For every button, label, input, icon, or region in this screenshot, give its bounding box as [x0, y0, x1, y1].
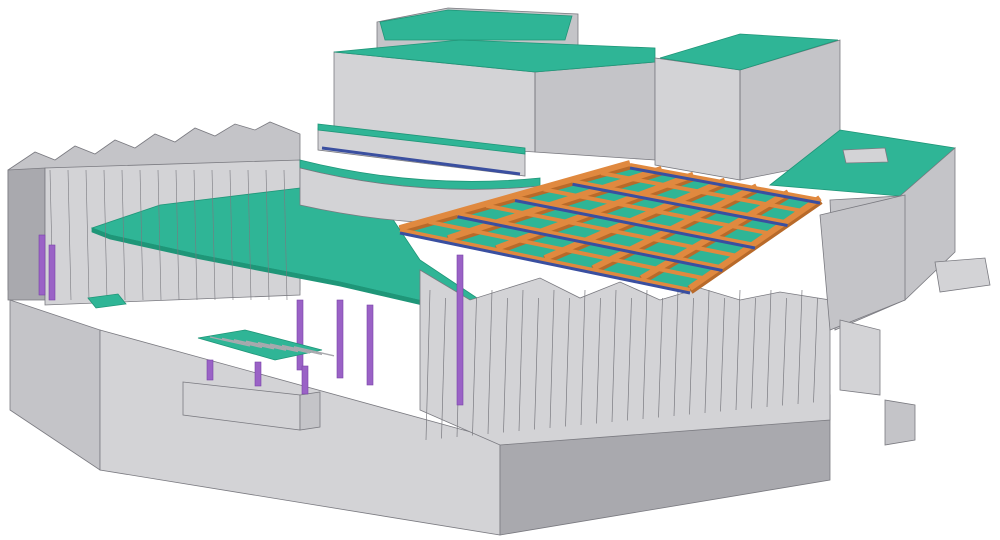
column	[336, 299, 344, 379]
column	[48, 244, 56, 301]
column	[38, 234, 46, 296]
model-viewport[interactable]	[0, 0, 1000, 540]
building-model-render	[7, 7, 991, 536]
column	[456, 254, 464, 406]
front-canopy	[197, 329, 335, 361]
column	[254, 361, 262, 387]
column	[301, 365, 309, 395]
column	[296, 299, 304, 371]
roof-hatch	[842, 147, 889, 164]
column	[206, 359, 214, 381]
column	[366, 304, 374, 386]
